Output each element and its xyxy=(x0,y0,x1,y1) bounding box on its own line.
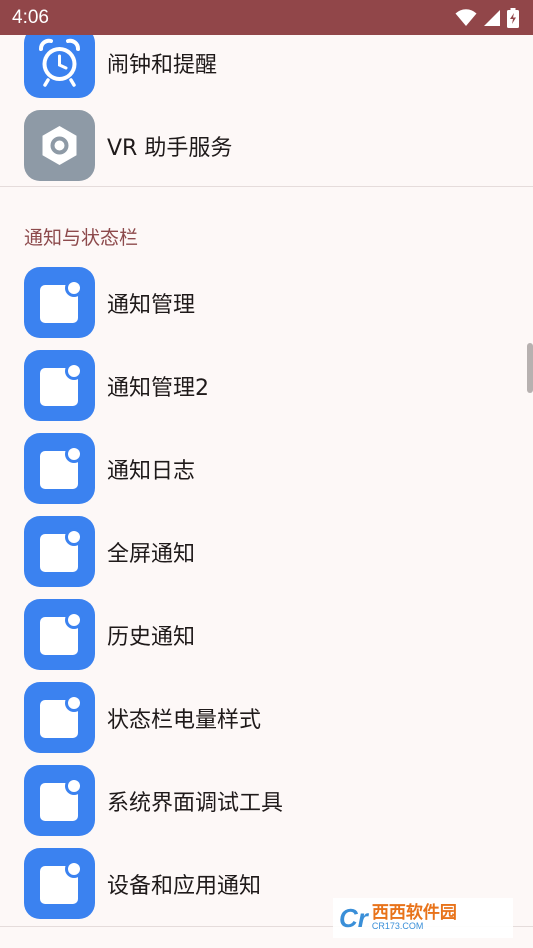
wifi-icon xyxy=(455,8,477,26)
notification-icon xyxy=(24,682,95,753)
status-icons xyxy=(455,7,519,28)
watermark-text: 西西软件园 xyxy=(371,903,457,923)
scrollbar-thumb[interactable] xyxy=(527,343,533,393)
list-item-vr-helper[interactable]: VR 助手服务 xyxy=(0,104,533,187)
list-item-label: VR 助手服务 xyxy=(107,135,233,161)
section-title-notifications: 通知与状态栏 xyxy=(24,227,139,249)
battery-charging-icon xyxy=(507,7,519,28)
list-item-label: 闹钟和提醒 xyxy=(107,52,218,78)
status-bar: 4:06 xyxy=(0,0,533,35)
list-item-fullscreen-notification[interactable]: 全屏通知 xyxy=(0,510,533,593)
list-item-notification-history[interactable]: 历史通知 xyxy=(0,593,533,676)
list-item-notification-log[interactable]: 通知日志 xyxy=(0,427,533,510)
list-item-label: 通知管理2 xyxy=(107,375,209,401)
list-item-battery-style[interactable]: 状态栏电量样式 xyxy=(0,676,533,759)
section-divider xyxy=(0,186,533,187)
list-item-label: 系统界面调试工具 xyxy=(107,790,284,816)
list-item-system-ui-tuner[interactable]: 系统界面调试工具 xyxy=(0,759,533,842)
list-item-label: 通知日志 xyxy=(107,458,196,484)
watermark-subtext: CR173.COM xyxy=(371,921,424,931)
watermark-logo-icon: Cr xyxy=(339,902,368,933)
notification-icon xyxy=(24,516,95,587)
watermark: Cr 西西软件园 CR173.COM xyxy=(333,898,513,938)
list-item-label: 通知管理 xyxy=(107,292,196,318)
list-item-alarms-reminders[interactable]: 闹钟和提醒 xyxy=(0,35,533,104)
list-item-label: 历史通知 xyxy=(107,624,196,650)
vr-settings-icon xyxy=(24,110,95,181)
settings-list: 闹钟和提醒 VR 助手服务 通知与状态栏 通知管理 通知管理2 通知日志 全屏通… xyxy=(0,35,533,948)
alarm-clock-icon xyxy=(24,35,95,98)
status-time: 4:06 xyxy=(12,6,49,28)
notification-icon xyxy=(24,350,95,421)
list-item-notification-management-2[interactable]: 通知管理2 xyxy=(0,344,533,427)
list-item-label: 全屏通知 xyxy=(107,541,196,567)
notification-icon xyxy=(24,599,95,670)
list-item-label: 设备和应用通知 xyxy=(107,873,262,899)
cellular-signal-icon xyxy=(484,9,500,26)
notification-icon xyxy=(24,765,95,836)
list-item-label: 状态栏电量样式 xyxy=(107,707,262,733)
notification-icon xyxy=(24,848,95,919)
list-item-notification-management[interactable]: 通知管理 xyxy=(0,261,533,344)
notification-icon xyxy=(24,433,95,504)
notification-icon xyxy=(24,267,95,338)
